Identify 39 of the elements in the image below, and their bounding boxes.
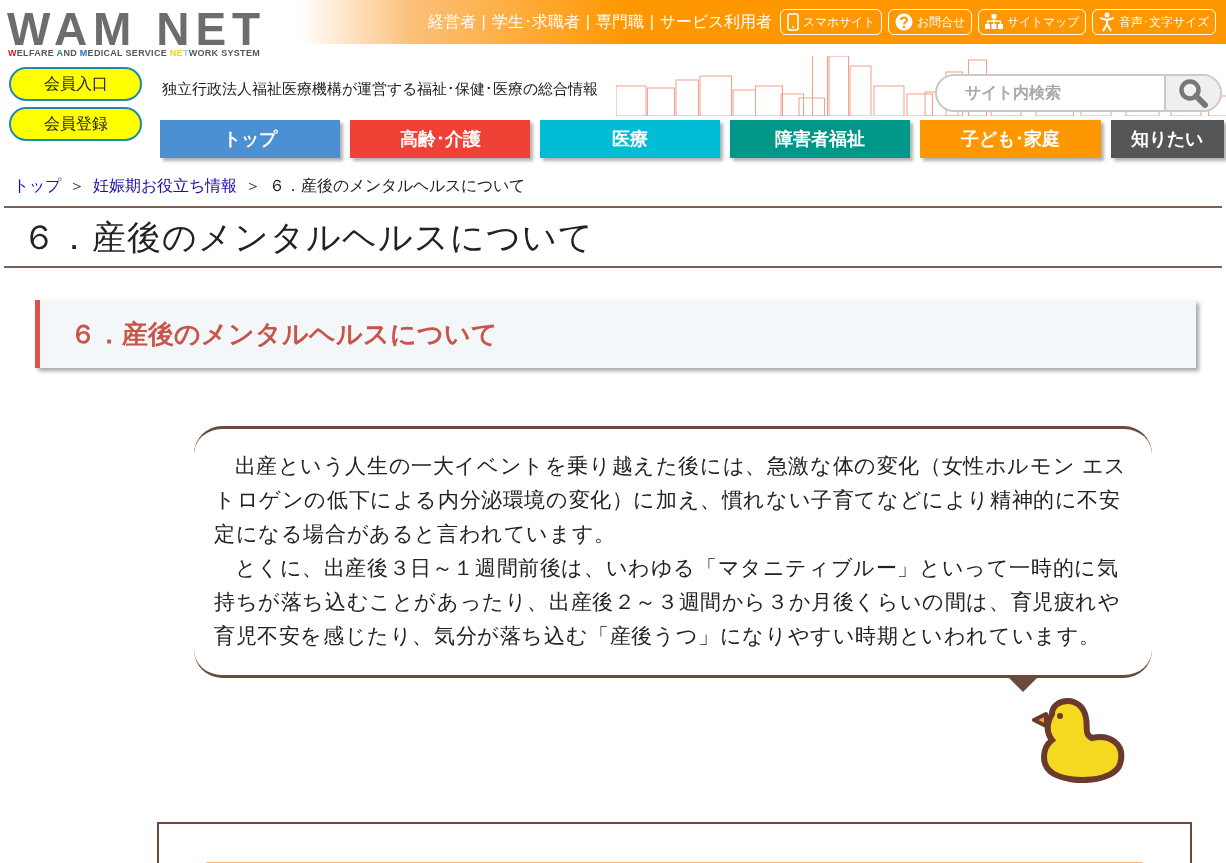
member-button[interactable]: 会員登録 bbox=[9, 107, 142, 141]
separator: | bbox=[585, 12, 590, 32]
nav-tab[interactable]: 高齢･介護 bbox=[350, 120, 531, 158]
logo-tagline: WELFARE AND MEDICAL SERVICE NETWORK SYSTEM bbox=[8, 47, 261, 61]
breadcrumb-link[interactable]: トップ bbox=[13, 174, 61, 198]
nav-tab[interactable]: 子ども･家庭 bbox=[920, 120, 1101, 158]
breadcrumb-current: ６．産後のメンタルヘルスについて bbox=[269, 176, 525, 196]
separator: | bbox=[649, 12, 654, 32]
page-title: ６．産後のメンタルヘルスについて bbox=[22, 216, 594, 258]
site-tagline: 独立行政法人福祉医療機構が運営する福祉･保健･医療の総合情報 bbox=[162, 78, 598, 99]
top-link[interactable]: 専門職 bbox=[595, 10, 644, 34]
person-icon bbox=[1099, 12, 1115, 32]
top-button[interactable]: 音声･文字サイズ bbox=[1092, 9, 1216, 35]
top-button[interactable]: お問合せ bbox=[888, 9, 972, 35]
search-bar[interactable]: サイト内検索 bbox=[935, 74, 1222, 112]
separator: | bbox=[481, 12, 486, 32]
smartphone-icon bbox=[787, 13, 799, 31]
top-button[interactable]: スマホサイト bbox=[780, 9, 882, 35]
nav-tab[interactable]: 知りたい bbox=[1110, 120, 1224, 158]
section-heading: ６．産後のメンタルヘルスについて bbox=[70, 317, 498, 351]
bubble-paragraph: とくに、出産後３日～１週間前後は、いわゆる「マタニティブルー」といって一時的に気持ちが落ち込むことがあったり、出産後２～３週間から３か月後くらいの間は、育児疲れや育児不安を感じたり、気分が落ち込む「産後うつ」になりやすい時期といわれています。 bbox=[214, 555, 1122, 649]
breadcrumb-separator: ＞ bbox=[69, 176, 85, 196]
top-link[interactable]: 経営者 bbox=[427, 10, 476, 34]
sitemap-icon bbox=[985, 14, 1003, 30]
nav-tab[interactable]: トップ bbox=[160, 120, 341, 158]
top-button[interactable]: サイトマップ bbox=[978, 9, 1086, 35]
member-button[interactable]: 会員入口 bbox=[9, 67, 142, 101]
top-link[interactable]: サービス利用者 bbox=[660, 10, 772, 34]
breadcrumb-link[interactable]: 妊娠期お役立ち情報 bbox=[93, 174, 237, 198]
bubble-paragraph: 出産という人生の一大イベントを乗り越えた後には、急激な体の変化（女性ホルモン エストロゲンの低下による内分泌環境の変化）に加え、慣れない子育てなどにより精神的に不安定になる場合があると言われています。 bbox=[214, 453, 1128, 547]
breadcrumb-separator: ＞ bbox=[245, 176, 261, 196]
top-link[interactable]: 学生･求職者 bbox=[491, 10, 580, 34]
search-field[interactable]: サイト内検索 bbox=[937, 81, 1164, 105]
nav-tab[interactable]: 障害者福祉 bbox=[730, 120, 911, 158]
logo-text[interactable]: WAM NET bbox=[7, 8, 300, 50]
search-button[interactable] bbox=[1164, 76, 1220, 110]
search-icon bbox=[1178, 78, 1208, 108]
nav-tab[interactable]: 医療 bbox=[540, 120, 721, 158]
question-icon bbox=[895, 13, 913, 31]
